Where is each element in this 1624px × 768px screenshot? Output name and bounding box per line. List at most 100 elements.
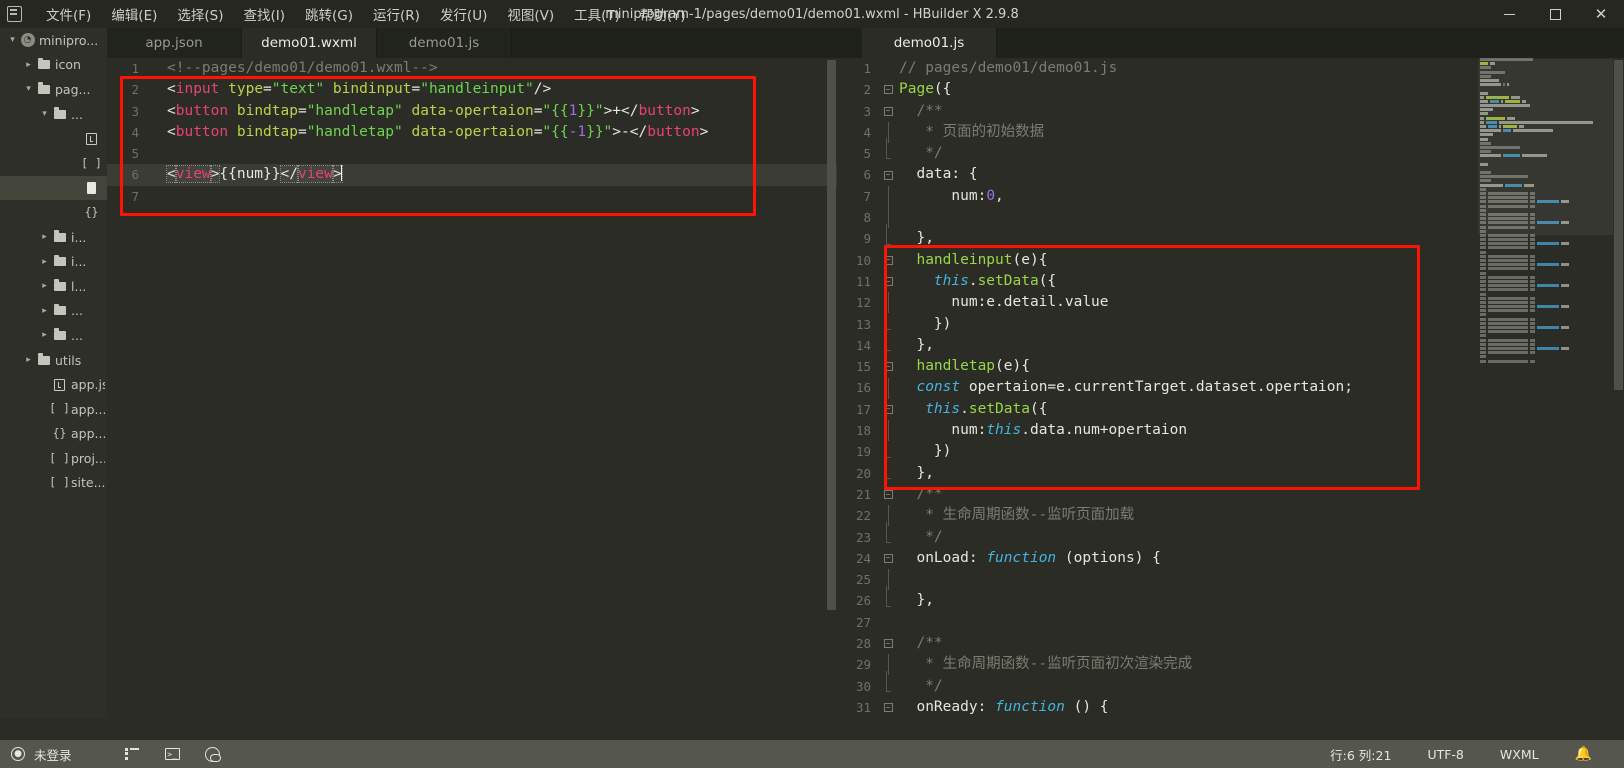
menu-publish[interactable]: 发行(U) <box>430 0 497 28</box>
tab-demo01-wxml[interactable]: demo01.wxml <box>242 28 377 58</box>
minimap-token <box>1480 246 1486 250</box>
project-file-tree[interactable]: ▾ ◔ minipro... ▸ icon ▾ pag... ▾...[ ]{} ▸ i... ▸ i… <box>0 28 107 718</box>
minimap-token <box>1480 338 1486 342</box>
tree-item-label: l... <box>71 278 87 294</box>
menu-file[interactable]: 文件(F) <box>36 0 101 28</box>
minimap-token <box>1480 317 1486 321</box>
scrollbar-thumb[interactable] <box>827 60 836 610</box>
user-circle-icon[interactable]: ● <box>11 747 25 761</box>
language-mode-label[interactable]: WXML <box>1482 747 1557 762</box>
chevron-down-icon[interactable]: ▾ <box>6 35 19 45</box>
menu-help[interactable]: 帮助(Y) <box>630 0 696 28</box>
outline-list-icon[interactable] <box>124 746 141 762</box>
tree-item-pag[interactable]: ▾ pag... <box>0 77 107 102</box>
menu-view[interactable]: 视图(V) <box>497 0 564 28</box>
chevron-right-icon[interactable]: ▸ <box>38 232 51 242</box>
tab-right-demo01-js[interactable]: demo01.js <box>862 28 997 58</box>
tab-demo01-js[interactable]: demo01.js <box>377 28 512 58</box>
chevron-right-icon[interactable]: ▸ <box>22 355 35 365</box>
tree-item-[interactable]: ▾... <box>0 102 107 127</box>
code-line[interactable]: 3 <button bindtap="handletap" data-operta… <box>107 101 837 122</box>
scrollbar-left-editor[interactable] <box>826 58 837 718</box>
fold-guide-end <box>879 138 897 169</box>
menu-find[interactable]: 查找(I) <box>234 0 296 28</box>
tab-app-json[interactable]: app.json <box>107 28 242 58</box>
code-token: button <box>175 102 229 119</box>
chevron-right-icon[interactable]: ▸ <box>38 306 51 316</box>
code-text: const opertaion=e.currentTarget.dataset.… <box>897 377 1353 398</box>
code-line[interactable]: 5 <box>107 143 837 164</box>
tree-item-l[interactable]: ▸ l... <box>0 274 107 299</box>
fold-toggle-icon[interactable]: − <box>879 703 897 713</box>
code-text: Page({ <box>897 79 951 100</box>
encoding-label[interactable]: UTF-8 <box>1409 747 1481 762</box>
fold-toggle-icon[interactable]: − <box>879 277 897 287</box>
tree-item-minipro[interactable]: ▾ ◔ minipro... <box>0 28 107 53</box>
tree-item-app[interactable]: [ ] app... <box>0 397 107 422</box>
minimap-viewport[interactable] <box>1478 59 1613 235</box>
chevron-down-icon[interactable]: ▾ <box>22 84 35 94</box>
login-status-label[interactable]: 未登录 <box>34 745 72 764</box>
notification-bell-icon[interactable]: 🔔 <box>1557 746 1610 762</box>
terminal-icon[interactable]: >_ <box>164 746 181 762</box>
tree-item-5[interactable]: [ ] <box>0 151 107 176</box>
code-minimap[interactable] <box>1478 58 1613 718</box>
code-token: }}" <box>586 123 613 140</box>
tree-item-i[interactable]: ▸ i... <box>0 249 107 274</box>
tree-item-[interactable]: ▸... <box>0 323 107 348</box>
scrollbar-right-editor[interactable] <box>1613 58 1624 718</box>
minimize-button[interactable] <box>1486 0 1532 28</box>
fold-toggle-icon[interactable]: − <box>879 553 897 563</box>
maximize-button[interactable] <box>1532 0 1578 28</box>
code-line[interactable]: 4 <button bindtap="handletap" data-operta… <box>107 122 837 143</box>
line-number: 18 <box>855 423 871 439</box>
code-text: }, <box>897 335 933 356</box>
fold-toggle-icon[interactable]: − <box>879 404 897 414</box>
code-text: /** <box>897 633 942 654</box>
menu-edit[interactable]: 编辑(E) <box>101 0 167 28</box>
scrollbar-thumb[interactable] <box>1614 60 1623 390</box>
code-token: data: { <box>899 166 978 183</box>
chevron-right-icon[interactable]: ▸ <box>38 330 51 340</box>
fold-toggle-icon[interactable]: − <box>879 639 897 649</box>
tree-item-4[interactable] <box>0 126 107 151</box>
tree-item-proj[interactable]: [ ] proj... <box>0 446 107 471</box>
browser-globe-icon[interactable] <box>204 746 221 762</box>
code-line[interactable]: 1 <!--pages/demo01/demo01.wxml--> <box>107 58 837 79</box>
tree-item-i[interactable]: ▸ i... <box>0 225 107 250</box>
tree-item-appjs[interactable]: app.js <box>0 372 107 397</box>
code-line[interactable]: 2 <input type="text" bindinput="handleinp… <box>107 79 837 100</box>
chevron-right-icon[interactable]: ▸ <box>38 281 51 291</box>
fold-toggle-icon[interactable]: − <box>879 170 897 180</box>
fold-toggle-icon[interactable]: − <box>879 362 897 372</box>
menu-select[interactable]: 选择(S) <box>167 0 233 28</box>
tree-item-[interactable]: ▸... <box>0 299 107 324</box>
menu-tools[interactable]: 工具(T) <box>564 0 630 28</box>
fold-toggle-icon[interactable]: − <box>879 490 897 500</box>
chevron-down-icon[interactable]: ▾ <box>38 109 51 119</box>
chevron-right-icon[interactable]: ▸ <box>38 257 51 267</box>
line-number: 6 <box>863 167 871 183</box>
chevron-right-icon[interactable]: ▸ <box>22 60 35 70</box>
tree-item-site[interactable]: [ ] site... <box>0 471 107 496</box>
tree-item-app[interactable]: {} app... <box>0 422 107 447</box>
cursor-position[interactable]: 行:6 列:21 <box>1312 745 1409 764</box>
minimap-line <box>1478 271 1613 275</box>
code-token: < <box>167 123 176 140</box>
code-token: "{{ <box>542 102 569 119</box>
close-button[interactable]: ✕ <box>1578 0 1624 28</box>
tree-item-7[interactable]: {} <box>0 200 107 225</box>
fold-toggle-icon[interactable]: − <box>879 255 897 265</box>
wxml-editor[interactable]: 1 <!--pages/demo01/demo01.wxml--> 2 <input … <box>107 58 837 718</box>
menu-goto[interactable]: 跳转(G) <box>295 0 363 28</box>
menu-run[interactable]: 运行(R) <box>363 0 430 28</box>
fold-toggle-icon[interactable]: − <box>879 85 897 95</box>
tree-item-icon[interactable]: ▸ icon <box>0 53 107 78</box>
fold-toggle-icon[interactable]: − <box>879 106 897 116</box>
tree-item-utils[interactable]: ▸ utils <box>0 348 107 373</box>
code-line[interactable]: 6 <view>{{num}}</view> <box>107 164 837 186</box>
code-line[interactable]: 7 <box>107 186 837 207</box>
minimap-token <box>1480 351 1486 355</box>
tree-item-6[interactable] <box>0 175 107 201</box>
